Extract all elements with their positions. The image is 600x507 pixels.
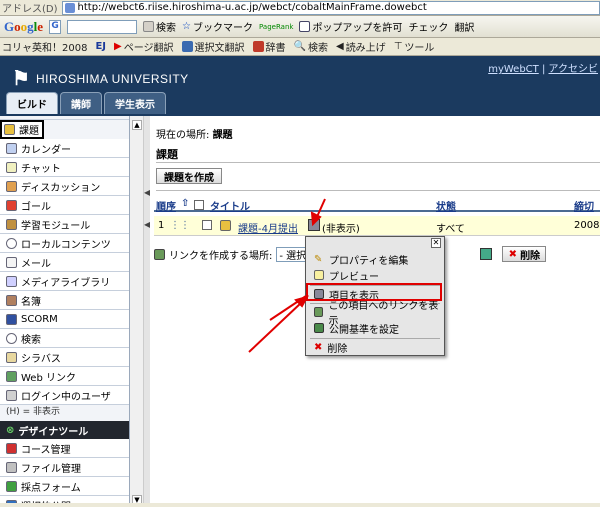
status-bar (0, 503, 600, 507)
annotation-arrows (248, 198, 326, 353)
arrow-bottom-shaft (248, 301, 303, 353)
